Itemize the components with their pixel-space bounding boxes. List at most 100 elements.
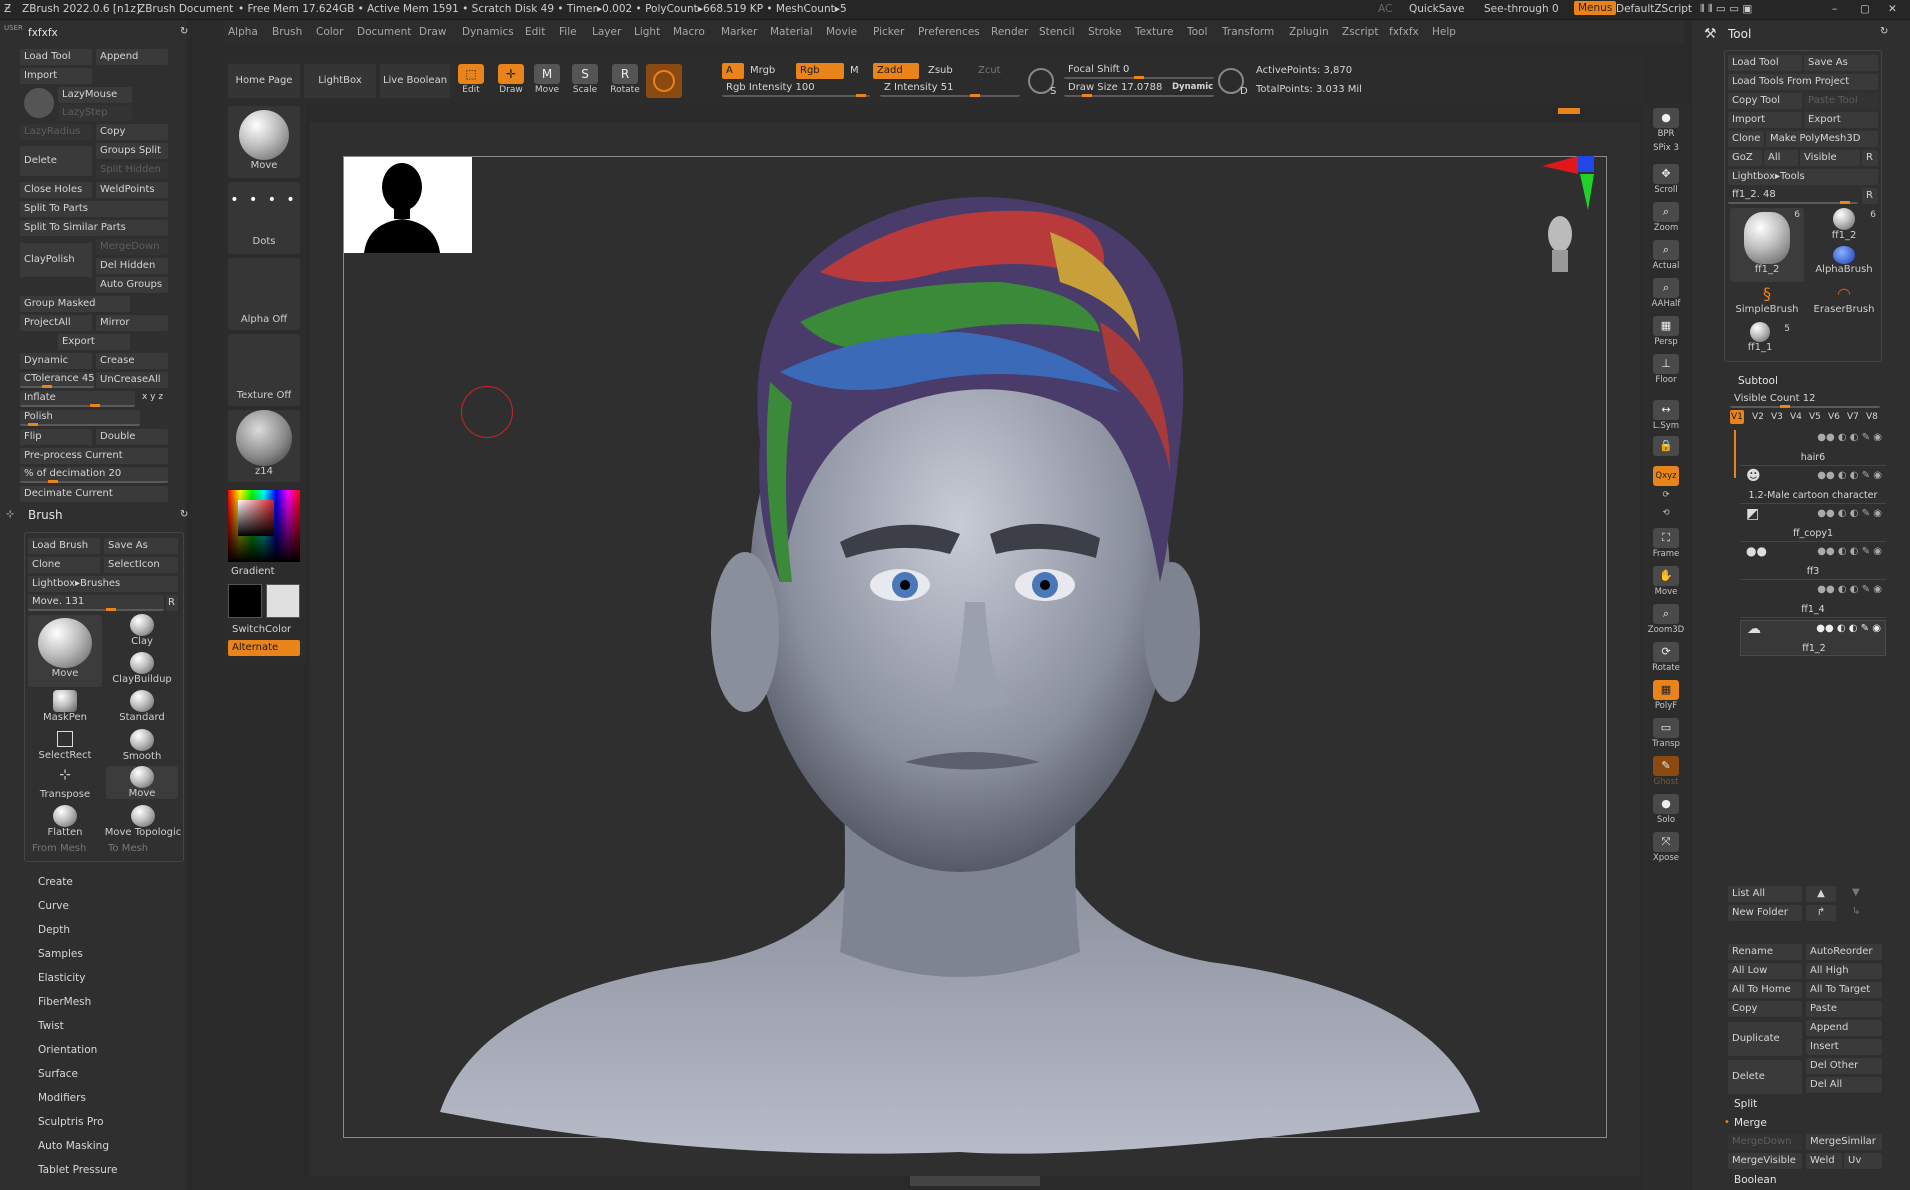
folder-arrow-icon[interactable]: ↱ [1806,905,1836,921]
brush-smooth[interactable]: Smooth [110,729,174,762]
m-toggle[interactable]: M [850,65,859,76]
ghost-button[interactable]: ✎ Ghost [1646,756,1686,790]
version-v7[interactable]: V7 [1847,412,1859,422]
autoreorder-button[interactable]: AutoReorder [1806,944,1882,960]
menu-samples[interactable]: Samples [38,948,83,960]
menu-macro[interactable]: Macro [673,26,705,38]
menu-document[interactable]: Document [357,26,411,38]
scale-button[interactable]: S Scale [566,62,604,98]
load-tool-button[interactable]: Load Tool [20,49,92,65]
menu-surface[interactable]: Surface [38,1068,78,1080]
brush-refresh-icon[interactable]: ↻ [180,509,188,520]
menus-button[interactable]: Menus [1574,1,1617,15]
menu-sculptris-pro[interactable]: Sculptris Pro [38,1116,104,1128]
lazyradius-slider[interactable]: LazyRadius [20,124,92,140]
menu-brush[interactable]: Brush [272,26,302,38]
uv-button[interactable]: Uv [1844,1153,1882,1169]
menu-file[interactable]: File [559,26,577,38]
menu-help[interactable]: Help [1432,26,1456,38]
move-down-icon[interactable]: ▼ [1852,887,1860,898]
menu-zscript[interactable]: Zscript [1342,26,1378,38]
brush-clone-button[interactable]: Clone [28,557,100,573]
load-tools-from-project-button[interactable]: Load Tools From Project [1728,74,1878,90]
menu-auto-masking[interactable]: Auto Masking [38,1140,109,1152]
paste-tool-button[interactable]: Paste Tool [1804,93,1878,109]
uncreaseall-button[interactable]: UnCreaseAll [96,372,168,388]
quicksave-button[interactable]: QuickSave [1409,3,1464,15]
actual-button[interactable]: ⌕ Actual [1646,240,1686,274]
lock-button[interactable]: 🔒 [1646,436,1686,458]
version-v5[interactable]: V5 [1809,412,1821,422]
delete-button[interactable]: Delete [20,146,92,176]
brush-r-button[interactable]: R [166,595,178,611]
menu-layer[interactable]: Layer [592,26,621,38]
current-tool-slider[interactable]: ff1_2. 48 [1728,188,1858,204]
subtool-row-ff-copy1[interactable]: ◩ ●● ◐ ◐ ✎ ◉ ff_copy1 [1740,506,1886,542]
floor-button[interactable]: ⊥ Floor [1646,354,1686,388]
menu-tool[interactable]: Tool [1187,26,1207,38]
subtool-row-controls-icon[interactable]: ●● ◐ ◐ ✎ ◉ [1816,623,1881,634]
brush-standard[interactable]: Standard [110,690,174,723]
brush-move-topologic[interactable]: Move Topologic [104,805,182,838]
secondary-color-swatch[interactable] [266,584,300,618]
folder-arrow-disabled-icon[interactable]: ↳ [1852,906,1860,917]
rotate-view-button[interactable]: ⟳ Rotate [1646,642,1686,676]
merge-similar-button[interactable]: MergeSimilar [1806,1134,1882,1150]
brush-maskpen[interactable]: MaskPen [32,690,98,723]
3d-model-viewport[interactable] [400,162,1550,1162]
tool-thumb-ff1-1[interactable]: ff1_1 5 [1730,322,1790,353]
merge-section[interactable]: Merge [1734,1117,1767,1129]
current-brush-slot[interactable]: Move [228,106,300,178]
refresh-icon[interactable]: ↻ [180,26,188,37]
menu-light[interactable]: Light [634,26,660,38]
polish-slider[interactable]: Polish [20,410,140,426]
tool-thumb-ff1-2[interactable]: ff1_2 6 [1808,208,1880,241]
tool-clone-button[interactable]: Clone [1728,131,1764,147]
tool-export-button[interactable]: Export [1804,112,1878,128]
lazymouse-icon[interactable] [24,88,54,118]
to-mesh-button[interactable]: To Mesh [108,843,148,854]
load-brush-button[interactable]: Load Brush [28,538,100,554]
goz-visible-button[interactable]: Visible [1800,150,1860,166]
layout-icon[interactable]: ⦀ ⦀ ▭ ▭ ▣ [1700,3,1752,16]
stroke-slot[interactable]: • • • • Dots [228,182,300,254]
split-to-parts-button[interactable]: Split To Parts [20,201,168,217]
alpha-slot[interactable]: Alpha Off [228,258,300,330]
tool-thumb-simplebrush[interactable]: § SimpleBrush [1730,284,1804,315]
duplicate-button[interactable]: Duplicate [1728,1022,1802,1056]
rgb-toggle[interactable]: Rgb [796,63,844,79]
preprocess-current-button[interactable]: Pre-process Current [20,448,168,464]
projectall-button[interactable]: ProjectAll [20,315,92,331]
gradient-label[interactable]: Gradient [231,566,275,577]
menu-edit[interactable]: Edit [525,26,545,38]
subtool-row-controls-icon[interactable]: ●● ◐ ◐ ✎ ◉ [1817,546,1882,557]
menu-preferences[interactable]: Preferences [918,26,980,38]
subtool-row-controls-icon[interactable]: ●● ◐ ◐ ✎ ◉ [1817,470,1882,481]
menu-alpha[interactable]: Alpha [228,26,258,38]
menu-fibermesh[interactable]: FiberMesh [38,996,91,1008]
menu-picker[interactable]: Picker [873,26,904,38]
goz-r-button[interactable]: R [1862,150,1878,166]
merge-visible-button[interactable]: MergeVisible [1728,1153,1802,1169]
double-button[interactable]: Double [96,429,168,445]
mergedown-button[interactable]: MergeDown [96,239,168,255]
del-other-button[interactable]: Del Other [1806,1058,1882,1074]
version-v4[interactable]: V4 [1790,412,1802,422]
xpose-button[interactable]: ⤧ Xpose [1646,832,1686,866]
all-to-target-button[interactable]: All To Target [1806,982,1882,998]
subtool-row-controls-icon[interactable]: ●● ◐ ◐ ✎ ◉ [1817,584,1882,595]
menu-zplugin[interactable]: Zplugin [1289,26,1329,38]
group-masked-button[interactable]: Group Masked [20,296,130,312]
menu-depth[interactable]: Depth [38,924,70,936]
scroll-button[interactable]: ✥ Scroll [1646,164,1686,198]
brush-claybuildup[interactable]: ClayBuildup [106,652,178,685]
split-to-similar-parts-button[interactable]: Split To Similar Parts [20,220,168,236]
del-hidden-button[interactable]: Del Hidden [96,258,168,274]
export-button[interactable]: Export [58,334,130,350]
make-polymesh3d-button[interactable]: Make PolyMesh3D [1766,131,1878,147]
frame-button[interactable]: ⛶ Frame [1646,528,1686,562]
main-color-swatch[interactable] [228,584,262,618]
menu-stencil[interactable]: Stencil [1039,26,1075,38]
zadd-toggle[interactable]: Zadd [873,63,919,79]
menu-twist[interactable]: Twist [38,1020,64,1032]
